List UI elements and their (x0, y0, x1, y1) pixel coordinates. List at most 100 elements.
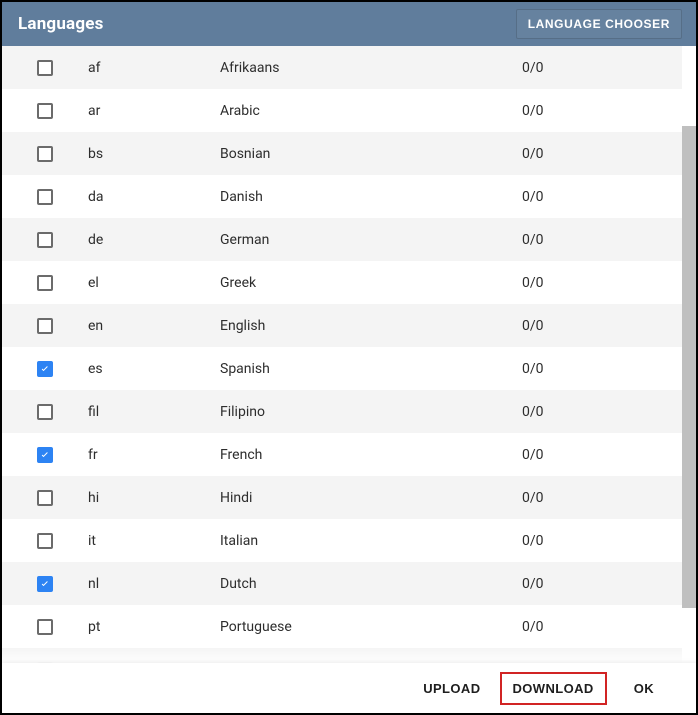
checkbox-cell (2, 103, 88, 119)
language-row: afAfrikaans0/0 (2, 46, 682, 89)
scrollbar-track (682, 126, 696, 608)
check-icon (39, 578, 51, 590)
dialog-title: Languages (18, 14, 104, 34)
language-code: es (88, 361, 220, 377)
language-code: it (88, 533, 220, 549)
checkbox-cell (2, 404, 88, 420)
language-row: elGreek0/0 (2, 261, 682, 304)
language-row: nlDutch0/0 (2, 562, 682, 605)
language-checkbox[interactable] (37, 576, 53, 592)
checkbox-cell (2, 533, 88, 549)
language-checkbox[interactable] (37, 232, 53, 248)
language-code: el (88, 275, 220, 291)
language-checkbox[interactable] (37, 619, 53, 635)
language-row: hiHindi0/0 (2, 476, 682, 519)
language-checkbox[interactable] (37, 60, 53, 76)
language-name: Italian (220, 533, 522, 549)
language-count: 0/0 (522, 404, 682, 420)
language-count: 0/0 (522, 447, 682, 463)
language-code: fil (88, 404, 220, 420)
language-name: Portuguese (220, 619, 522, 635)
language-count: 0/0 (522, 275, 682, 291)
language-count: 0/0 (522, 576, 682, 592)
language-name: Arabic (220, 103, 522, 119)
language-code: af (88, 60, 220, 76)
language-checkbox[interactable] (37, 103, 53, 119)
language-checkbox[interactable] (37, 275, 53, 291)
language-checkbox[interactable] (37, 189, 53, 205)
checkbox-cell (2, 60, 88, 76)
checkbox-cell (2, 232, 88, 248)
checkbox-cell (2, 189, 88, 205)
language-code: pt (88, 619, 220, 635)
language-code: fr (88, 447, 220, 463)
language-name: Dutch (220, 576, 522, 592)
language-row: bsBosnian0/0 (2, 132, 682, 175)
download-button[interactable]: DOWNLOAD (503, 673, 604, 704)
language-name: Spanish (220, 361, 522, 377)
language-name: Afrikaans (220, 60, 522, 76)
check-icon (39, 363, 51, 375)
language-checkbox[interactable] (37, 404, 53, 420)
check-icon (39, 449, 51, 461)
language-code: hi (88, 490, 220, 506)
language-count: 0/0 (522, 361, 682, 377)
language-name: Bosnian (220, 146, 522, 162)
language-count: 0/0 (522, 103, 682, 119)
language-count: 0/0 (522, 60, 682, 76)
upload-button[interactable]: UPLOAD (413, 673, 490, 704)
dialog-frame: Languages LANGUAGE CHOOSER afAfrikaans0/… (0, 0, 698, 715)
language-code: ar (88, 103, 220, 119)
checkbox-cell (2, 146, 88, 162)
language-row: frFrench0/0 (2, 433, 682, 476)
language-code: da (88, 189, 220, 205)
language-row: itItalian0/0 (2, 519, 682, 562)
language-rows-container: afAfrikaans0/0arArabic0/0bsBosnian0/0daD… (2, 46, 682, 663)
language-count: 0/0 (522, 619, 682, 635)
language-name: English (220, 318, 522, 334)
language-row: arArabic0/0 (2, 89, 682, 132)
language-code: bs (88, 146, 220, 162)
language-chooser-button[interactable]: LANGUAGE CHOOSER (516, 9, 682, 39)
language-code: nl (88, 576, 220, 592)
language-checkbox[interactable] (37, 447, 53, 463)
checkbox-cell (2, 318, 88, 334)
language-name: German (220, 232, 522, 248)
language-count: 0/0 (522, 490, 682, 506)
language-count: 0/0 (522, 146, 682, 162)
scrollbar-thumb[interactable] (682, 126, 696, 608)
language-checkbox[interactable] (37, 361, 53, 377)
language-checkbox[interactable] (37, 318, 53, 334)
checkbox-cell (2, 275, 88, 291)
language-checkbox[interactable] (37, 533, 53, 549)
language-row: filFilipino0/0 (2, 390, 682, 433)
language-count: 0/0 (522, 533, 682, 549)
language-row: daDanish0/0 (2, 175, 682, 218)
language-row: enEnglish0/0 (2, 304, 682, 347)
checkbox-cell (2, 490, 88, 506)
language-code: de (88, 232, 220, 248)
checkbox-cell (2, 576, 88, 592)
dialog-footer: UPLOAD DOWNLOAD OK (2, 663, 696, 713)
language-list-scroll-area: afAfrikaans0/0arArabic0/0bsBosnian0/0daD… (2, 46, 696, 663)
language-row: ptPortuguese0/0 (2, 605, 682, 648)
dialog-header: Languages LANGUAGE CHOOSER (2, 2, 696, 46)
ok-button[interactable]: OK (616, 673, 672, 704)
language-count: 0/0 (522, 232, 682, 248)
language-checkbox[interactable] (37, 490, 53, 506)
language-code: en (88, 318, 220, 334)
language-row: deGerman0/0 (2, 218, 682, 261)
language-name: French (220, 447, 522, 463)
checkbox-cell (2, 447, 88, 463)
language-row: esSpanish0/0 (2, 347, 682, 390)
language-checkbox[interactable] (37, 146, 53, 162)
language-name: Danish (220, 189, 522, 205)
language-count: 0/0 (522, 189, 682, 205)
checkbox-cell (2, 361, 88, 377)
language-name: Hindi (220, 490, 522, 506)
language-name: Filipino (220, 404, 522, 420)
checkbox-cell (2, 619, 88, 635)
language-count: 0/0 (522, 318, 682, 334)
language-name: Greek (220, 275, 522, 291)
language-row: trTurkish0/0 (2, 648, 682, 663)
